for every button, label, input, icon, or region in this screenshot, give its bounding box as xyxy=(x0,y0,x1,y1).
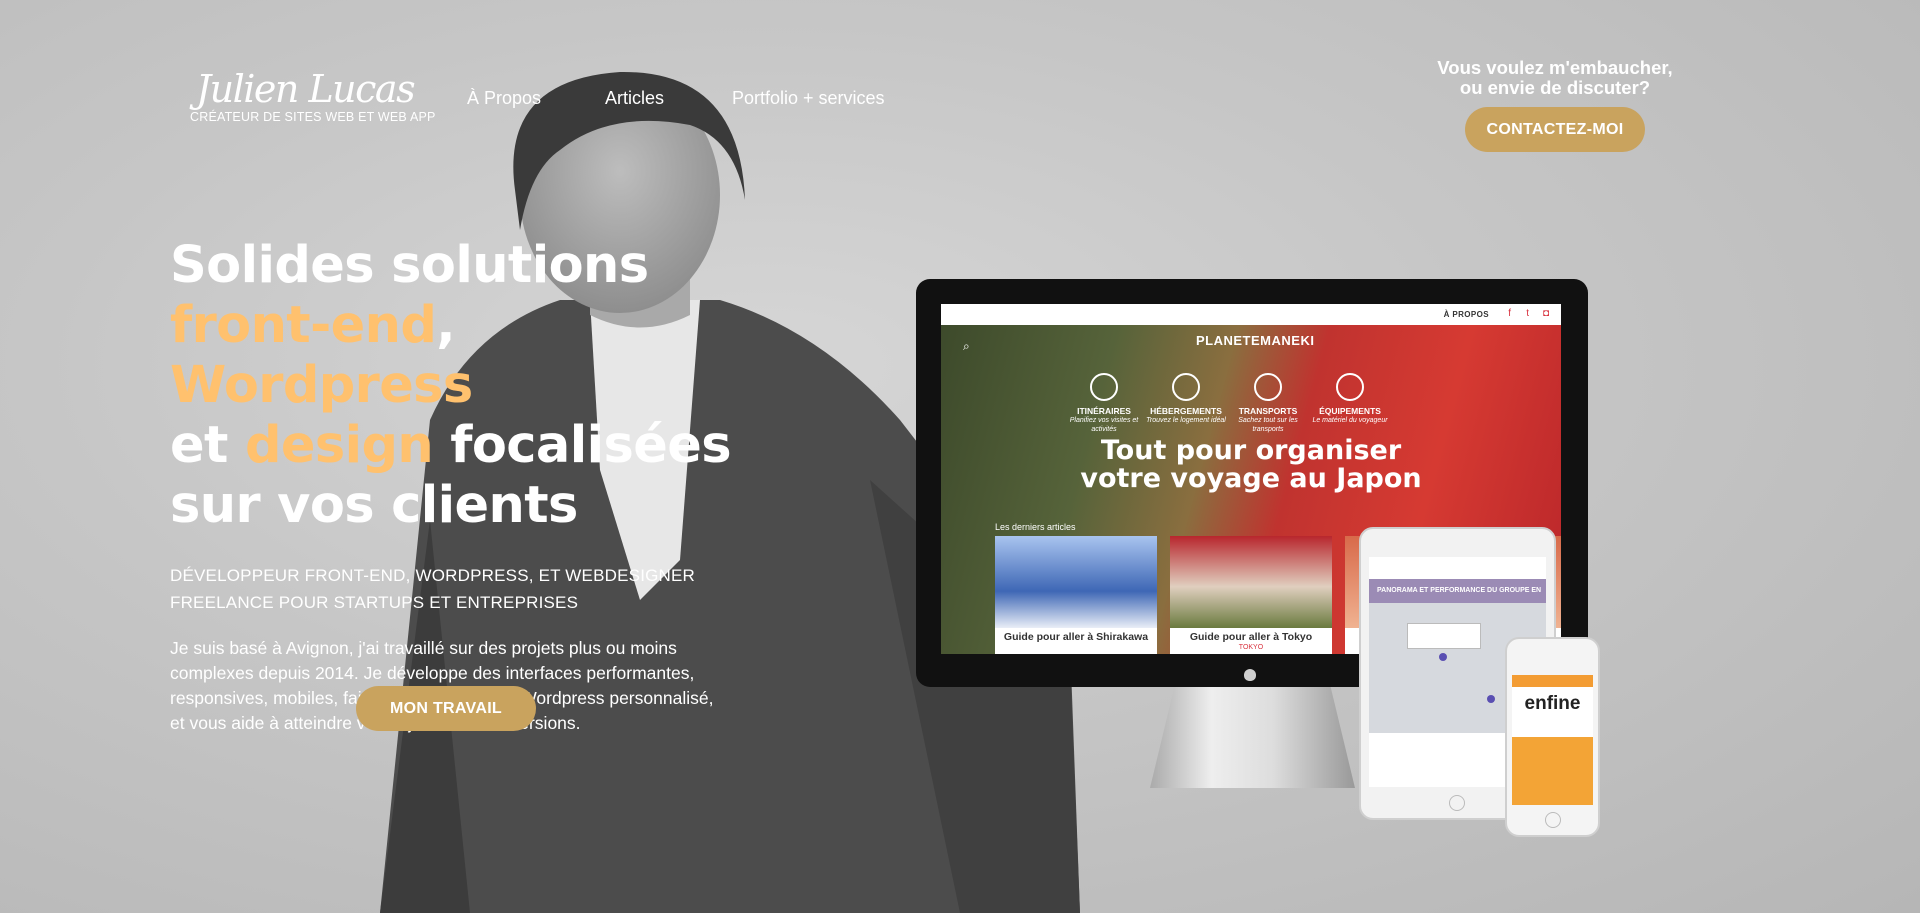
site-logo[interactable]: Julien Lucas CRÉATEUR DE SITES WEB ET WE… xyxy=(190,67,436,124)
hero-subtitle: DÉVELOPPEUR FRONT-END, WORDPRESS, ET WEB… xyxy=(170,562,750,616)
headline-line1: Solides solutions xyxy=(170,236,649,295)
mock-site-title: Tout pour organiser votre voyage au Japo… xyxy=(1061,437,1441,493)
twitter-icon: t xyxy=(1526,308,1529,319)
card-subcaption: TOKYO xyxy=(1238,644,1264,651)
headline-highlight-frontend: front-end xyxy=(170,296,437,355)
nav-item-apropos[interactable]: À Propos xyxy=(467,88,541,109)
headline-et: et xyxy=(170,416,228,475)
iphone-screen: enfine xyxy=(1512,675,1593,805)
facebook-icon: f xyxy=(1508,308,1511,319)
ipad-home-button xyxy=(1449,795,1465,811)
headline-line4: sur vos clients xyxy=(170,476,578,535)
search-icon: ⌕ xyxy=(963,339,970,353)
category-desc: Le matériel du voyageur xyxy=(1312,417,1388,424)
map-tooltip xyxy=(1407,623,1481,649)
iphone-orange-section xyxy=(1512,737,1593,805)
mock-title-line1: Tout pour organiser xyxy=(1100,435,1402,466)
logo-tagline: CRÉATEUR DE SITES WEB ET WEB APP xyxy=(190,110,436,124)
category-title: ÉQUIPEMENTS xyxy=(1319,406,1381,416)
category-desc: Planifiez vos visites et activités xyxy=(1069,417,1139,433)
headline-highlight-design: design xyxy=(244,416,434,475)
backpack-icon xyxy=(1336,373,1364,401)
map-pin-icon xyxy=(1487,695,1495,703)
card-image xyxy=(995,536,1157,628)
subtitle-line2: FREELANCE POUR STARTUPS ET ENTREPRISES xyxy=(170,593,579,612)
category-desc: Trouvez le logement idéal xyxy=(1146,417,1226,424)
apple-logo-icon xyxy=(1244,669,1256,681)
mock-site-logo: PLANETEMANEKI xyxy=(1196,333,1315,348)
category-desc: Sachez tout sur les transports xyxy=(1238,417,1298,433)
iphone-home-button xyxy=(1545,812,1561,828)
headline-highlight-wordpress: Wordpress xyxy=(170,356,473,415)
card-image xyxy=(1170,536,1332,628)
train-icon xyxy=(1254,373,1282,401)
bed-icon xyxy=(1172,373,1200,401)
category-title: TRANSPORTS xyxy=(1238,406,1298,416)
map-pin-icon xyxy=(1439,653,1447,661)
iphone-site-logo: enfine xyxy=(1524,693,1581,714)
contact-button[interactable]: CONTACTEZ-MOI xyxy=(1465,107,1645,152)
hire-box: Vous voulez m'embaucher, ou envie de dis… xyxy=(1410,58,1700,152)
hero-section: Solides solutions front-end, Wordpress e… xyxy=(170,236,750,754)
iphone-mockup: enfine xyxy=(1505,637,1600,837)
nav-item-articles[interactable]: Articles xyxy=(605,88,664,109)
headline-focalisees: focalisées xyxy=(450,416,731,475)
hire-text-line1: Vous voulez m'embaucher, xyxy=(1437,57,1673,78)
card-caption: Guide pour aller à Tokyo xyxy=(1189,631,1313,643)
card-caption: Guide pour aller à Shirakawa xyxy=(1003,631,1149,643)
instagram-icon: ◘ xyxy=(1542,308,1549,319)
category-title: ITINÉRAIRES xyxy=(1077,406,1131,416)
mock-category-itineraires: ITINÉRAIRES Planifiez vos visites et act… xyxy=(1059,373,1149,434)
nav-item-portfolio[interactable]: Portfolio + services xyxy=(732,88,885,109)
category-title: HÉBERGEMENTS xyxy=(1150,406,1222,416)
ipad-topbar xyxy=(1369,557,1546,580)
mock-title-line2: votre voyage au Japon xyxy=(1080,463,1422,494)
mock-category-equipements: ÉQUIPEMENTS Le matériel du voyageur xyxy=(1305,373,1395,425)
hero-headline: Solides solutions front-end, Wordpress e… xyxy=(170,236,750,536)
mock-apropos-link: À PROPOS xyxy=(1443,310,1489,319)
mock-category-transports: TRANSPORTS Sachez tout sur les transport… xyxy=(1223,373,1313,434)
mock-latest-label: Les derniers articles xyxy=(995,522,1076,532)
my-work-button[interactable]: MON TRAVAIL xyxy=(356,686,536,731)
mock-category-hebergements: HÉBERGEMENTS Trouvez le logement idéal xyxy=(1141,373,1231,425)
iphone-topbar xyxy=(1512,675,1593,687)
subtitle-line1: DÉVELOPPEUR FRONT-END, WORDPRESS, ET WEB… xyxy=(170,566,696,585)
map-icon xyxy=(1090,373,1118,401)
imac-stand xyxy=(1150,686,1355,788)
headline-comma: , xyxy=(436,296,456,355)
ipad-band: PANORAMA ET PERFORMANCE DU GROUPE EN 201… xyxy=(1369,579,1546,618)
mock-article-card: Guide pour aller à Tokyo TOKYO xyxy=(1170,536,1332,654)
hire-text-line2: ou envie de discuter? xyxy=(1459,77,1651,98)
mock-article-card: Guide pour aller à Shirakawa xyxy=(995,536,1157,654)
logo-name: Julien Lucas xyxy=(195,67,416,111)
mock-topbar: À PROPOS f t ◘ xyxy=(941,304,1561,325)
